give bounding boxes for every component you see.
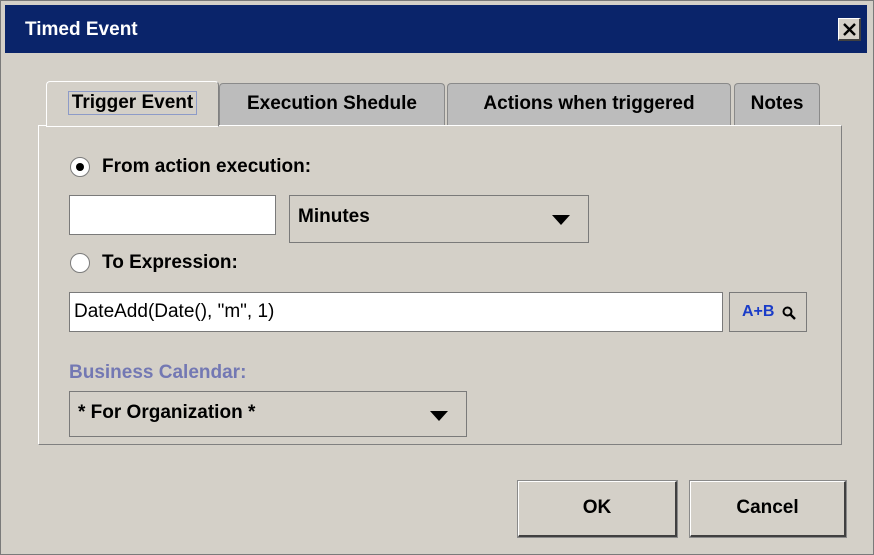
window-title: Timed Event <box>25 19 138 40</box>
chevron-down-icon <box>430 411 448 421</box>
business-calendar-select[interactable]: * For Organization * <box>69 391 467 437</box>
tab-trigger-event[interactable]: Trigger Event <box>46 81 219 127</box>
time-unit-value: Minutes <box>298 206 370 227</box>
tab-label: Actions when triggered <box>483 93 695 114</box>
business-calendar-value: * For Organization * <box>78 402 256 423</box>
expression-input[interactable]: DateAdd(Date(), "m", 1) <box>69 292 723 332</box>
tab-execution-schedule[interactable]: Execution Shedule <box>219 83 445 125</box>
timed-event-dialog: Timed Event Trigger Event Execution Shed… <box>0 0 874 555</box>
to-expression-radio[interactable] <box>70 253 90 273</box>
close-button[interactable] <box>838 18 861 41</box>
expression-builder-label: A+B <box>742 303 775 320</box>
from-action-label: From action execution: <box>102 156 312 177</box>
magnifier-icon <box>782 306 796 320</box>
chevron-down-icon <box>552 215 570 225</box>
trigger-event-panel: From action execution: Minutes To Expres… <box>38 125 842 445</box>
cancel-button[interactable]: Cancel <box>689 480 847 538</box>
time-unit-select[interactable]: Minutes <box>289 195 589 243</box>
tab-notes[interactable]: Notes <box>734 83 820 125</box>
to-expression-label: To Expression: <box>102 252 238 273</box>
from-action-radio[interactable] <box>70 157 90 177</box>
tab-label: Execution Shedule <box>247 93 417 114</box>
ok-button[interactable]: OK <box>517 480 678 538</box>
offset-input[interactable] <box>69 195 276 235</box>
title-bar[interactable]: Timed Event <box>5 5 867 53</box>
business-calendar-label: Business Calendar: <box>69 362 247 383</box>
tab-label: Notes <box>750 93 804 114</box>
close-icon <box>843 23 856 36</box>
tab-actions-when-triggered[interactable]: Actions when triggered <box>447 83 731 125</box>
tab-label: Trigger Event <box>67 91 198 115</box>
radio-selected-dot <box>76 163 84 171</box>
expression-builder-button[interactable]: A+B <box>729 292 807 332</box>
